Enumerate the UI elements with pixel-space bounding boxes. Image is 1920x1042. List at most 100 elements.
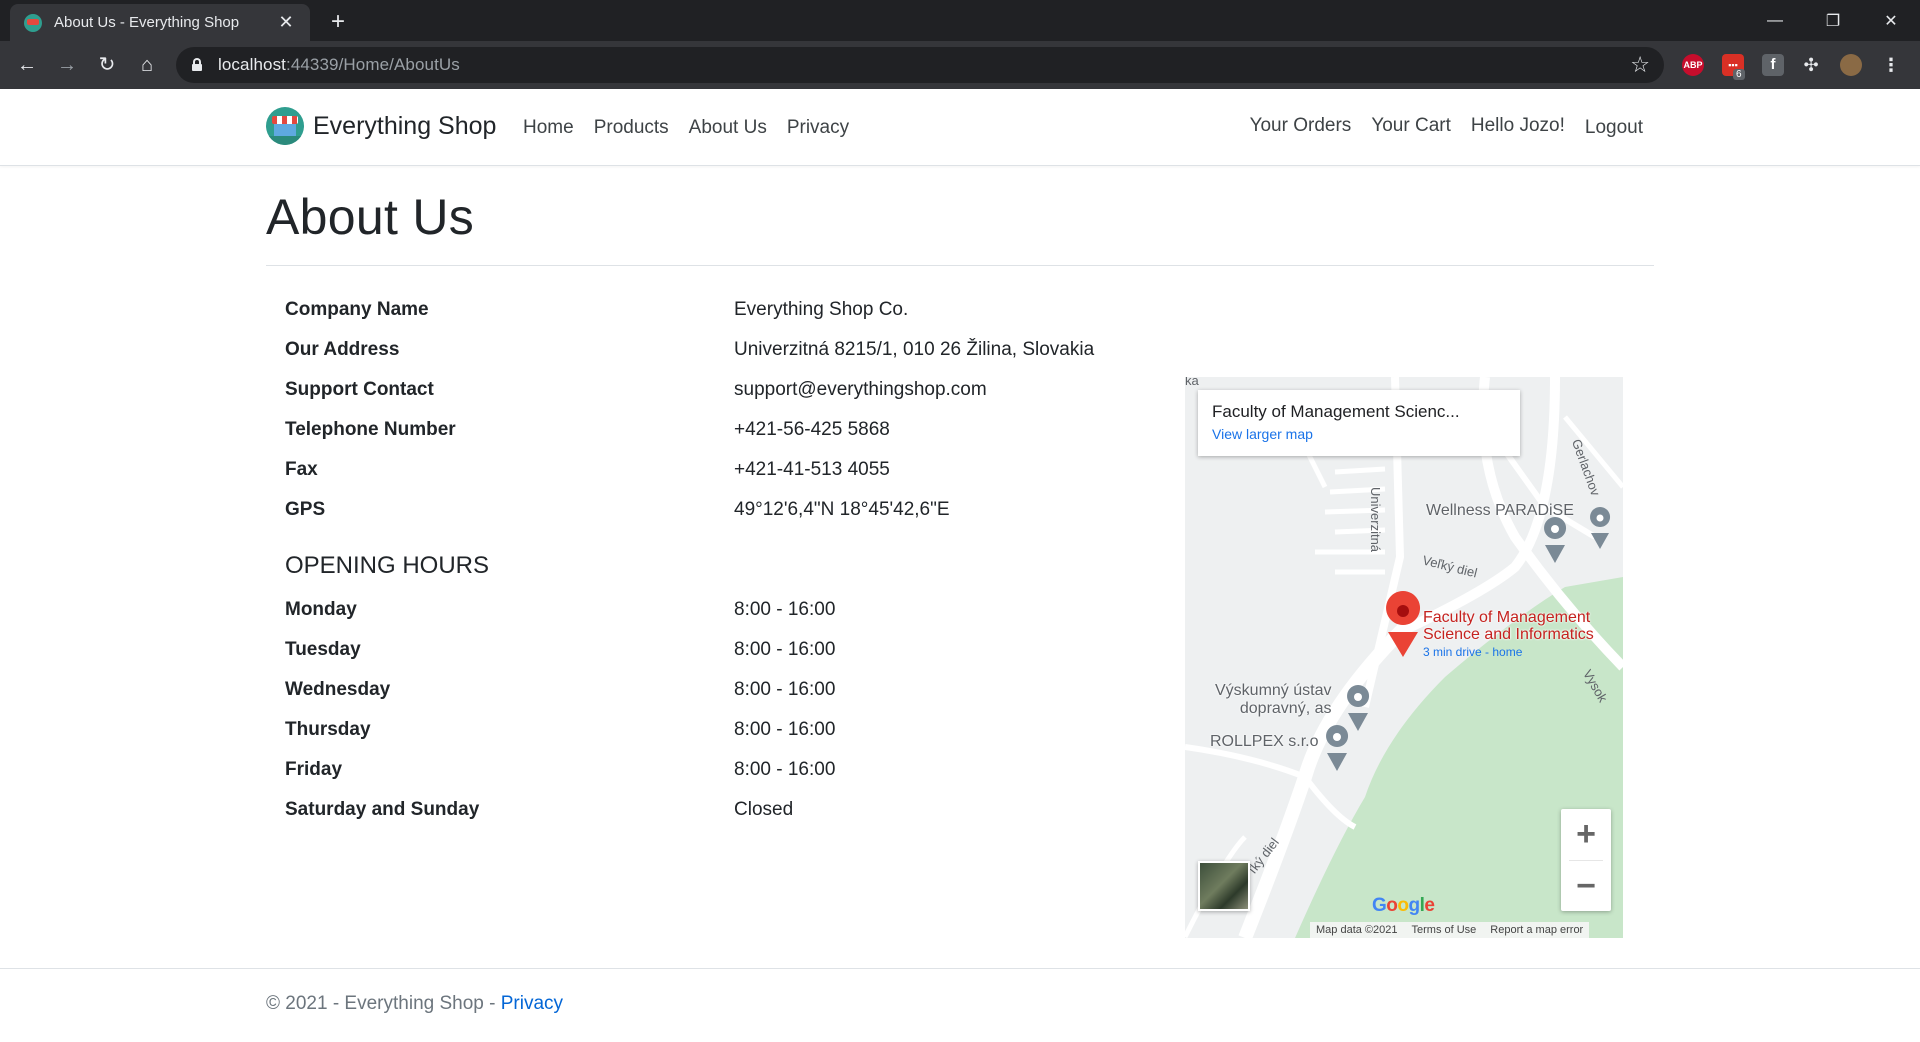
hours-value: 8:00 - 16:00 (734, 599, 836, 620)
directions-link[interactable]: 3 min drive - home (1423, 645, 1522, 659)
copyright-text: © 2021 - Everything Shop - (266, 993, 501, 1014)
brand-name[interactable]: Everything Shop (313, 112, 496, 141)
restore-icon[interactable]: ❐ (1804, 0, 1862, 41)
site-navbar: Everything Shop Home Products About Us P… (0, 89, 1920, 166)
place-name-label[interactable]: Faculty of Management Science and Inform… (1423, 609, 1594, 643)
zoom-out-button[interactable]: − (1561, 861, 1611, 912)
map-poi-label[interactable]: Wellness PARADiSE (1426, 502, 1574, 520)
info-value: +421-56-425 5868 (734, 419, 890, 440)
info-value: Univerzitná 8215/1, 010 26 Žilina, Slova… (734, 339, 1095, 360)
hours-value: Closed (734, 799, 794, 820)
terms-of-use-link[interactable]: Terms of Use (1412, 924, 1477, 936)
facebook-extension-icon[interactable]: f (1762, 54, 1784, 76)
zoom-in-button[interactable]: + (1561, 809, 1611, 860)
map-info-card: Faculty of Management Scienc... View lar… (1198, 390, 1520, 456)
info-label: Fax (285, 459, 318, 480)
info-value: Everything Shop Co. (734, 299, 909, 320)
logout-button[interactable]: Logout (1585, 117, 1643, 139)
info-label: GPS (285, 499, 326, 520)
nav-user-greeting[interactable]: Hello Jozo! (1471, 115, 1565, 139)
footer-privacy-link[interactable]: Privacy (501, 993, 563, 1014)
day-label: Wednesday (285, 679, 391, 700)
extension-badge: 6 (1733, 69, 1745, 80)
info-value: 49°12'6,4"N 18°45'42,6"E (734, 499, 950, 520)
google-logo: Google (1372, 895, 1435, 916)
nav-privacy[interactable]: Privacy (787, 117, 849, 139)
title-divider (266, 265, 1654, 266)
map-attribution: Map data ©2021 Terms of Use Report a map… (1310, 922, 1590, 938)
new-tab-button[interactable]: + (325, 8, 351, 36)
poi-pin-icon[interactable] (1590, 507, 1611, 549)
url-text[interactable]: localhost:44339/Home/AboutUs (218, 55, 460, 75)
info-label: Support Contact (285, 379, 434, 400)
hours-row: Monday 8:00 - 16:00 (285, 590, 1185, 630)
info-row: Telephone Number +421-56-425 5868 (285, 410, 1185, 450)
hours-row: Friday 8:00 - 16:00 (285, 750, 1185, 790)
map-canvas[interactable] (1185, 377, 1623, 938)
shop-favicon-icon (24, 13, 42, 32)
lock-icon[interactable] (192, 58, 202, 71)
day-label: Tuesday (285, 639, 361, 660)
poi-pin-icon[interactable] (1544, 517, 1567, 563)
close-tab-icon[interactable]: ✕ (276, 12, 296, 33)
info-value: +421-41-513 4055 (734, 459, 890, 480)
hours-value: 8:00 - 16:00 (734, 679, 836, 700)
info-row: Company Name Everything Shop Co. (285, 290, 1185, 330)
info-value: support@everythingshop.com (734, 379, 987, 400)
main-nav: Home Products About Us Privacy (523, 117, 869, 139)
map-card-title: Faculty of Management Scienc... (1212, 402, 1460, 421)
hours-value: 8:00 - 16:00 (734, 719, 836, 740)
page: Everything Shop Home Products About Us P… (0, 89, 1920, 1042)
road-label: ka (1185, 377, 1199, 388)
info-row: Our Address Univerzitná 8215/1, 010 26 Ži… (285, 330, 1185, 370)
home-icon[interactable]: ⌂ (134, 52, 160, 78)
embedded-map[interactable]: Faculty of Management Scienc... View lar… (1185, 377, 1623, 938)
day-label: Saturday and Sunday (285, 799, 480, 820)
browser-tab[interactable]: About Us - Everything Shop ✕ (10, 4, 310, 41)
hours-row: Thursday 8:00 - 16:00 (285, 710, 1185, 750)
adblock-extension-icon[interactable]: ABP (1682, 54, 1704, 76)
user-nav: Your Orders Your Cart Hello Jozo! Logout (1230, 115, 1643, 139)
profile-avatar[interactable] (1840, 54, 1862, 76)
day-label: Monday (285, 599, 357, 620)
hours-value: 8:00 - 16:00 (734, 759, 836, 780)
view-larger-map-link[interactable]: View larger map (1212, 426, 1506, 442)
nav-home[interactable]: Home (523, 117, 574, 139)
brand[interactable]: Everything Shop (266, 107, 496, 145)
poi-pin-icon[interactable] (1347, 685, 1370, 731)
opening-hours-heading: OPENING HOURS (285, 552, 490, 579)
hours-row: Tuesday 8:00 - 16:00 (285, 630, 1185, 670)
close-window-icon[interactable]: ✕ (1862, 0, 1920, 41)
browser-tabbar: About Us - Everything Shop ✕ + — ❐ ✕ (0, 0, 1920, 41)
page-title: About Us (266, 189, 475, 245)
nav-about-us[interactable]: About Us (689, 117, 767, 139)
info-label: Telephone Number (285, 419, 456, 440)
footer-text: © 2021 - Everything Shop - Privacy (266, 993, 563, 1015)
day-label: Thursday (285, 719, 371, 740)
map-poi-label[interactable]: ROLLPEX s.r.o (1210, 733, 1319, 751)
map-poi-label[interactable]: Výskumný ústav dopravný, as (1215, 682, 1331, 718)
info-label: Company Name (285, 299, 429, 320)
hours-row: Saturday and Sunday Closed (285, 790, 1185, 830)
poi-pin-icon[interactable] (1326, 725, 1349, 771)
address-bar[interactable]: localhost:44339/Home/AboutUs ☆ (176, 47, 1664, 83)
report-map-error-link[interactable]: Report a map error (1490, 924, 1583, 936)
satellite-toggle-button[interactable] (1198, 861, 1250, 911)
minimize-icon[interactable]: — (1746, 0, 1804, 41)
nav-your-orders[interactable]: Your Orders (1250, 115, 1352, 139)
info-row: GPS 49°12'6,4"N 18°45'42,6"E (285, 490, 1185, 530)
forward-icon[interactable]: → (54, 52, 80, 78)
extensions-puzzle-icon[interactable]: ✣ (1800, 54, 1822, 76)
bookmark-star-icon[interactable]: ☆ (1630, 52, 1650, 78)
back-icon[interactable]: ← (14, 52, 40, 78)
info-label: Our Address (285, 339, 400, 360)
hours-value: 8:00 - 16:00 (734, 639, 836, 660)
road-label: Univerzitná (1368, 487, 1383, 553)
map-data-text: Map data ©2021 (1316, 924, 1398, 936)
nav-products[interactable]: Products (594, 117, 669, 139)
hours-row: Wednesday 8:00 - 16:00 (285, 670, 1185, 710)
reload-icon[interactable]: ↻ (94, 52, 120, 78)
browser-menu-icon[interactable]: ⋮ (1880, 54, 1902, 76)
nav-your-cart[interactable]: Your Cart (1371, 115, 1451, 139)
browser-toolbar: ← → ↻ ⌂ localhost:44339/Home/AboutUs ☆ A… (0, 41, 1920, 89)
